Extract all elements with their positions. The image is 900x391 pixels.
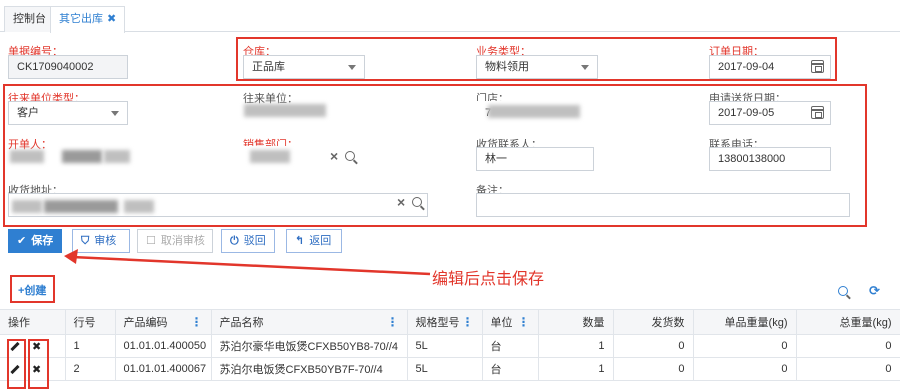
column-menu-icon[interactable]: ⋮ — [191, 316, 203, 328]
cell-name: 苏泊尔电饭煲CFXB50YB7F-70//4 — [211, 357, 408, 381]
cell-name: 苏泊尔豪华电饭煲CFXB50YB8-70//4 — [211, 334, 408, 358]
col-header-code[interactable]: 产品编码 ⋮ — [115, 309, 212, 335]
highlight-box-edit — [7, 339, 26, 389]
highlight-box-details — [3, 84, 867, 227]
cell-total-weight: 0 — [796, 334, 900, 358]
refresh-icon[interactable]: ⟳ — [869, 283, 880, 299]
annotation-text: 编辑后点击保存 — [432, 271, 545, 288]
doc-no-field: CK1709040002 — [8, 55, 128, 79]
product-table: 操作 行号 产品编码 ⋮ 产品名称 ⋮ 规格型号 ⋮ 单位 ⋮ 数量 发货数 单品重量(… — [0, 309, 900, 381]
col-header-name[interactable]: 产品名称 ⋮ — [211, 309, 408, 335]
column-menu-icon[interactable]: ⋮ — [462, 316, 474, 328]
annotation-arrow-head — [64, 249, 78, 264]
col-header-code-label: 产品编码 — [123, 317, 168, 329]
column-menu-icon[interactable]: ⋮ — [387, 316, 399, 328]
col-header-spec-label: 规格型号 — [415, 317, 460, 329]
close-icon[interactable]: ✖ — [107, 13, 116, 25]
highlight-box-header — [236, 37, 837, 81]
col-header-unit-label: 单位 — [490, 317, 513, 329]
col-header-total-weight: 总重量(kg) — [796, 309, 900, 335]
col-header-spec[interactable]: 规格型号 ⋮ — [407, 309, 483, 335]
annotation-arrow — [64, 249, 431, 276]
table-row: ✖ 1 01.01.01.400050 苏泊尔豪华电饭煲CFXB50YB8-70… — [0, 334, 900, 358]
highlight-box-create — [10, 275, 55, 303]
search-icon[interactable] — [838, 286, 848, 296]
col-header-shipped: 发货数 — [613, 309, 694, 335]
cell-code: 01.01.01.400050 — [115, 334, 212, 358]
cell-line: 1 — [65, 334, 116, 358]
cell-unit-weight: 0 — [693, 334, 797, 358]
cell-unit: 台 — [482, 334, 539, 358]
tab-console[interactable]: 控制台 — [4, 6, 55, 32]
col-header-name-label: 产品名称 — [219, 317, 264, 329]
annotation-arrow-line — [71, 255, 431, 276]
tab-console-label: 控制台 — [13, 13, 46, 25]
column-menu-icon[interactable]: ⋮ — [518, 316, 530, 328]
col-header-action: 操作 — [0, 309, 66, 335]
table-row: ✖ 2 01.01.01.400067 苏泊尔电饭煲CFXB50YB7F-70/… — [0, 357, 900, 381]
cell-total-weight: 0 — [796, 357, 900, 381]
cell-qty: 1 — [538, 357, 614, 381]
tab-other-outbound[interactable]: 其它出库 ✖ — [50, 6, 126, 33]
table-header-row: 操作 行号 产品编码 ⋮ 产品名称 ⋮ 规格型号 ⋮ 单位 ⋮ 数量 发货数 单品重量(… — [0, 309, 900, 335]
tab-bar: 控制台 其它出库 ✖ — [0, 0, 900, 33]
cell-shipped: 0 — [613, 334, 694, 358]
cell-unit: 台 — [482, 357, 539, 381]
cell-spec: 5L — [407, 357, 483, 381]
cell-qty: 1 — [538, 334, 614, 358]
col-header-unit-weight: 单品重量(kg) — [693, 309, 797, 335]
col-header-line: 行号 — [65, 309, 116, 335]
cell-shipped: 0 — [613, 357, 694, 381]
cell-line: 2 — [65, 357, 116, 381]
col-header-unit[interactable]: 单位 ⋮ — [482, 309, 539, 335]
col-header-qty: 数量 — [538, 309, 614, 335]
cell-spec: 5L — [407, 334, 483, 358]
cell-unit-weight: 0 — [693, 357, 797, 381]
highlight-box-delete — [28, 339, 49, 389]
tab-other-outbound-label: 其它出库 — [59, 13, 103, 25]
cell-code: 01.01.01.400067 — [115, 357, 212, 381]
